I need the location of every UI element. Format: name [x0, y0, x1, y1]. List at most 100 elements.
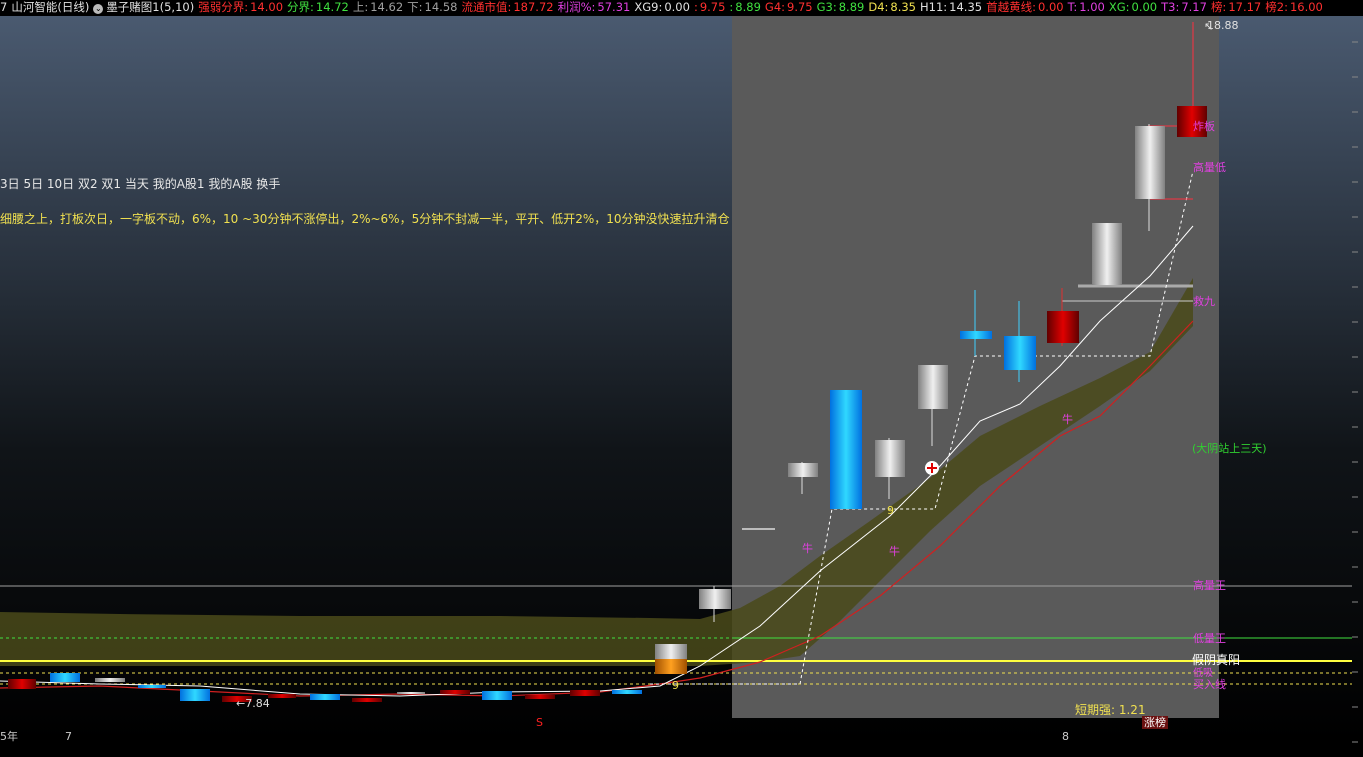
- header-item-value: 7.17: [1181, 0, 1207, 14]
- header-item: :9.75: [694, 0, 725, 14]
- min-price-label: ←7.84: [236, 697, 270, 710]
- candle[interactable]: [612, 690, 642, 694]
- header-item: T: 1.00: [1068, 0, 1105, 14]
- header-item: 榜2: 16.00: [1265, 0, 1323, 14]
- zhangbang-badge: 涨榜: [1142, 716, 1168, 729]
- dayin-label: (大阴站上三天): [1192, 442, 1267, 455]
- strategy-note: 细腰之上，打板次日，一字板不动，6%，10 ~30分钟不涨停出，2%~6%，5分…: [0, 212, 730, 226]
- candle[interactable]: [830, 390, 862, 509]
- header-item: XG9: 0.00: [634, 0, 690, 14]
- header-item-label: XG:: [1108, 0, 1130, 14]
- header-item-label: H11:: [920, 0, 948, 14]
- candlestick-chart[interactable]: ↖ 3日 5日 10日 双2 双1 当天 我的A股1 我的A股 换手 细腰之上，…: [0, 16, 1363, 743]
- header-item-label: 利润%:: [557, 0, 596, 14]
- header-item-value: 8.89: [838, 0, 865, 14]
- header-item-value: 9.75: [787, 0, 813, 14]
- header-item-label: G4:: [764, 0, 786, 14]
- header-item-value: 14.62: [370, 0, 404, 14]
- header-item-label: 上:: [352, 0, 369, 14]
- niu-label-2: 牛: [889, 545, 900, 558]
- header-item-value: 17.17: [1228, 0, 1262, 14]
- candle[interactable]: [268, 694, 296, 698]
- header-item-value: 57.31: [597, 0, 631, 14]
- candle[interactable]: [50, 673, 80, 682]
- candle[interactable]: [1135, 126, 1165, 199]
- header-item-value: 0.00: [1037, 0, 1064, 14]
- nine-label: 9: [887, 504, 894, 517]
- candle[interactable]: [525, 695, 555, 699]
- date-label-left: 5年: [0, 730, 18, 743]
- jiujiu-label: 救九: [1193, 295, 1215, 308]
- short-strength-label: 短期强: 1.21: [1075, 703, 1146, 717]
- max-price-label: 18.88: [1207, 19, 1239, 32]
- header-item: 流通市值: 187.72: [461, 0, 553, 14]
- diliang-wang-label: 低量王: [1193, 632, 1226, 645]
- indicator-legend: 3日 5日 10日 双2 双1 当天 我的A股1 我的A股 换手: [0, 177, 281, 191]
- header-item-value: 14.58: [424, 0, 458, 14]
- header-item-value: 14.35: [949, 0, 983, 14]
- header-item: 强弱分界: 14.00: [198, 0, 283, 14]
- nine-label-left: 9: [672, 679, 679, 692]
- header-item-label: G3:: [816, 0, 837, 14]
- header-item: G3: 8.89: [817, 0, 865, 14]
- header-item-value: 0.00: [1131, 0, 1158, 14]
- candle[interactable]: [138, 685, 166, 688]
- zhaban-label: 炸板: [1193, 120, 1215, 133]
- candle[interactable]: [875, 440, 905, 477]
- candle[interactable]: [960, 331, 992, 339]
- gaoliangdi-label: 高量低: [1193, 161, 1226, 174]
- candle[interactable]: [397, 692, 425, 694]
- candle[interactable]: [310, 694, 340, 700]
- header-item: H11: 14.35: [920, 0, 982, 14]
- header-bar: 7 山河智能(日线) ⌄ 墨子赌图1(5,10) 强弱分界: 14.00 分界: 14.72 上…: [0, 0, 1363, 16]
- buy-line-label: 买入线: [1193, 678, 1226, 691]
- header-item: 榜: 17.17: [1211, 0, 1261, 14]
- stock-code: 7: [0, 0, 8, 14]
- header-item: T3: 7.17: [1161, 0, 1207, 14]
- candle-volume-highlight[interactable]: [655, 659, 687, 674]
- stock-name: 山河智能(日线): [11, 0, 90, 14]
- header-item: 下: 14.58: [407, 0, 457, 14]
- candle[interactable]: [570, 690, 600, 696]
- formula-name: 墨子赌图1(5,10): [106, 0, 195, 14]
- candle[interactable]: [1047, 311, 1079, 343]
- header-item: D4: 8.35: [868, 0, 916, 14]
- header-item-value: 9.75: [699, 0, 726, 14]
- gaoliang-wang-label: 高量王: [1193, 579, 1226, 592]
- header-item-value: 14.00: [250, 0, 284, 14]
- header-item-value: 16.00: [1289, 0, 1323, 14]
- header-item: 利润%: 57.31: [558, 0, 631, 14]
- candle[interactable]: [918, 365, 948, 409]
- s-mark: S: [536, 716, 543, 729]
- candle[interactable]: [482, 691, 512, 700]
- candle[interactable]: [8, 679, 36, 689]
- header-item-label: D4:: [868, 0, 889, 14]
- candle[interactable]: [180, 689, 210, 701]
- header-item-label: 强弱分界:: [198, 0, 249, 14]
- header-item: XG: 0.00: [1109, 0, 1157, 14]
- settings-circle-icon[interactable]: ⌄: [93, 4, 104, 14]
- header-item-value: 14.72: [315, 0, 349, 14]
- header-item: 首越黄线: 0.00: [986, 0, 1063, 14]
- header-item-value: 8.35: [890, 0, 916, 14]
- chart-canvas[interactable]: ↖: [0, 16, 1363, 741]
- plus-marker-icon: [925, 461, 939, 475]
- header-item-label: 榜:: [1210, 0, 1227, 14]
- candle[interactable]: [788, 463, 818, 477]
- jiayin-zhenyang-label: 假阴真阳: [1192, 653, 1241, 667]
- candle[interactable]: [699, 589, 731, 609]
- candle[interactable]: [1004, 336, 1036, 370]
- header-item-label: 首越黄线:: [986, 0, 1036, 14]
- header-item-label: :: [729, 0, 734, 14]
- min-price-value: 7.84: [245, 697, 270, 710]
- candle[interactable]: [440, 690, 470, 694]
- candle[interactable]: [95, 678, 125, 682]
- niu-label-3: 牛: [1062, 413, 1073, 426]
- header-item-label: 流通市值:: [461, 0, 512, 14]
- header-item-label: :: [693, 0, 698, 14]
- candle[interactable]: [352, 698, 382, 702]
- header-item-value: 1.00: [1079, 0, 1105, 14]
- candle[interactable]: [1092, 223, 1122, 285]
- date-label-7: 7: [65, 730, 72, 743]
- header-item: :8.89: [729, 0, 760, 14]
